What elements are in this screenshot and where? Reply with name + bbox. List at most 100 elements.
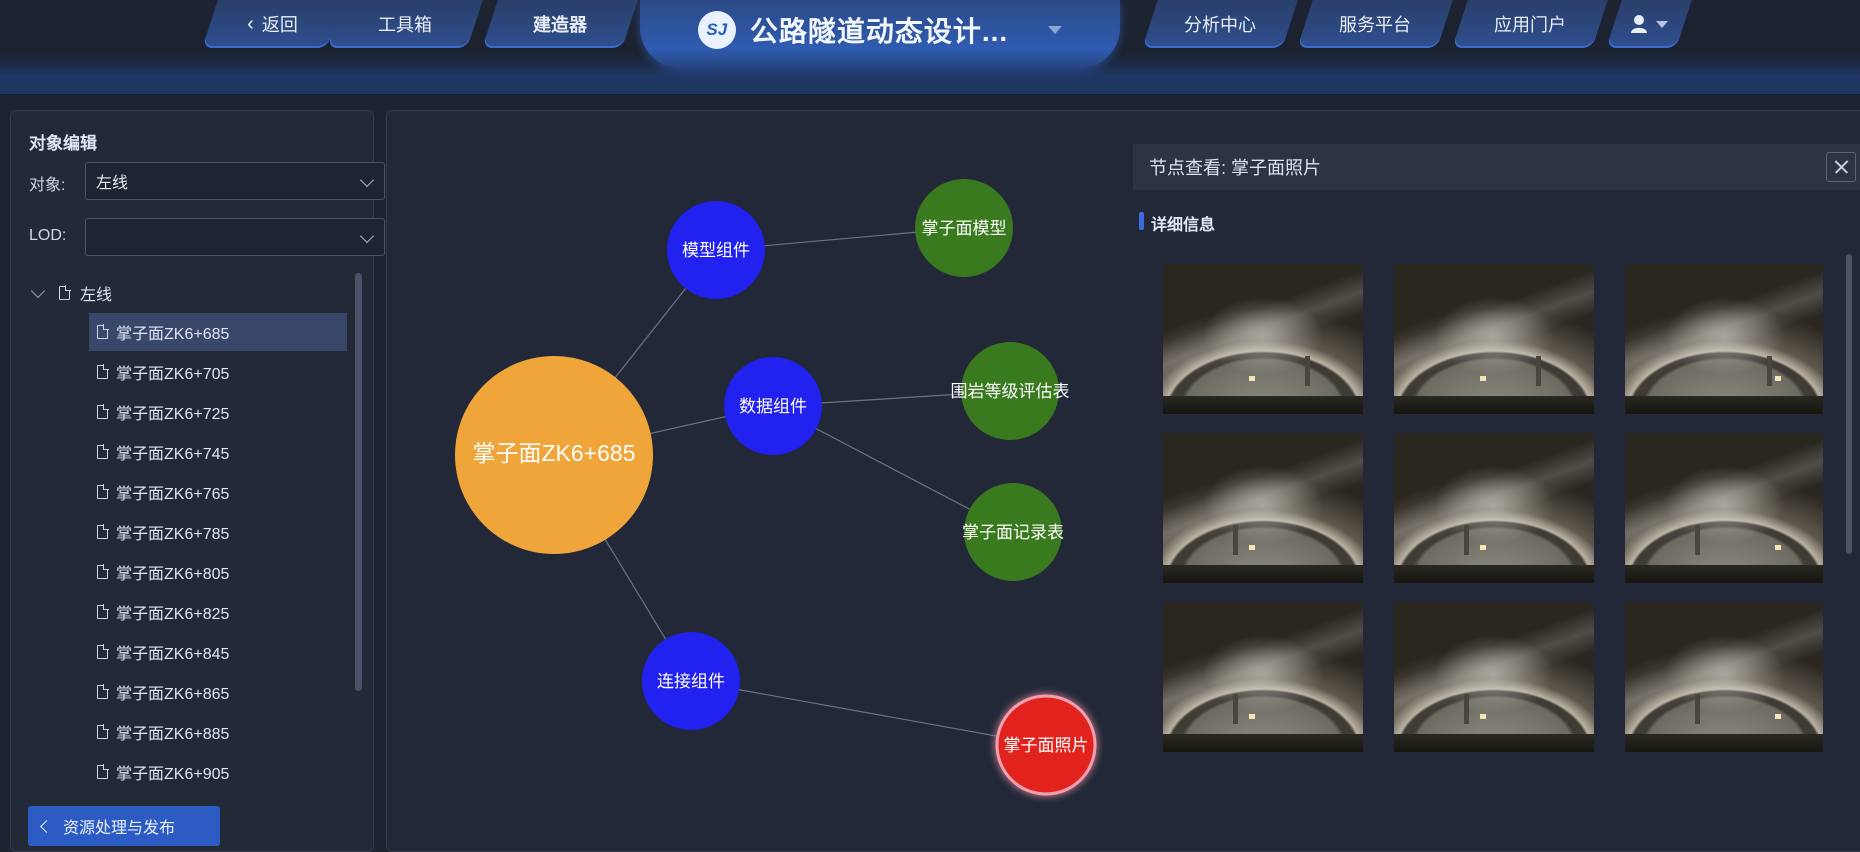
tunnel-face-photo[interactable]: [1394, 602, 1594, 752]
photo-floor: [1163, 734, 1363, 752]
file-icon: [97, 684, 109, 699]
file-icon: [59, 285, 71, 300]
graph-node-root[interactable]: 掌子面ZK6+685: [455, 356, 653, 554]
file-icon: [97, 644, 109, 659]
tree-root[interactable]: 左线: [30, 281, 112, 305]
nav-builder-tab[interactable]: 建造器: [482, 0, 638, 48]
photo-floor: [1394, 734, 1594, 752]
tree-item-label: 掌子面ZK6+785: [116, 526, 230, 543]
chevron-down-icon: [359, 172, 375, 188]
photo-floor: [1394, 396, 1594, 414]
graph-node-rock-grade[interactable]: 围岩等级评估表: [951, 342, 1070, 440]
node-detail-panel: 节点查看: 掌子面照片 详细信息: [1133, 144, 1860, 844]
graph-node-model[interactable]: 模型组件: [667, 201, 765, 299]
detail-scrollbar[interactable]: [1846, 254, 1852, 554]
photo-floor: [1625, 396, 1823, 414]
file-icon: [97, 524, 109, 539]
photo-figure: [1695, 525, 1700, 555]
photo-lamp: [1249, 376, 1255, 381]
user-icon: [1631, 15, 1647, 33]
tunnel-face-photo[interactable]: [1163, 433, 1363, 583]
graph-node-label: 模型组件: [682, 241, 750, 260]
user-menu-button[interactable]: [1606, 0, 1692, 48]
tree-item[interactable]: 掌子面ZK6+845: [89, 633, 347, 671]
tree-item[interactable]: 掌子面ZK6+745: [89, 433, 347, 471]
tunnel-face-photo[interactable]: [1163, 602, 1363, 752]
file-icon: [97, 564, 109, 579]
graph-node-label: 连接组件: [657, 672, 725, 691]
tree-item-label: 掌子面ZK6+885: [116, 726, 230, 743]
nav-back-button[interactable]: ‹ 返回: [202, 0, 343, 48]
graph-node-face-record[interactable]: 掌子面记录表: [962, 483, 1064, 581]
tree-item[interactable]: 掌子面ZK6+725: [89, 393, 347, 431]
resource-publish-button[interactable]: 资源处理与发布: [28, 806, 220, 846]
tree-item[interactable]: 掌子面ZK6+865: [89, 673, 347, 711]
section-marker: [1139, 212, 1144, 230]
tree-item[interactable]: 掌子面ZK6+805: [89, 553, 347, 591]
tree-item-label: 掌子面ZK6+725: [116, 406, 230, 423]
photo-floor: [1163, 565, 1363, 583]
graph-node-data[interactable]: 数据组件: [724, 357, 822, 455]
file-icon: [97, 444, 109, 459]
tree-item[interactable]: 掌子面ZK6+705: [89, 353, 347, 391]
chevron-left-icon: [40, 819, 53, 833]
graph-edge: [690, 680, 1047, 746]
object-select[interactable]: 左线: [85, 162, 385, 200]
photo-lamp: [1480, 376, 1486, 381]
graph-node-face-photo[interactable]: 掌子面照片: [995, 694, 1097, 796]
graph-node-face-model[interactable]: 掌子面模型: [915, 179, 1013, 277]
graph-node-label: 数据组件: [739, 397, 807, 416]
tree-item-label: 掌子面ZK6+765: [116, 486, 230, 503]
tunnel-face-photo[interactable]: [1394, 433, 1594, 583]
tunnel-face-photo[interactable]: [1625, 264, 1823, 414]
graph-node-label: 掌子面照片: [1004, 736, 1089, 755]
section-title: 详细信息: [1151, 217, 1216, 234]
nav-portal-tab[interactable]: 应用门户: [1452, 0, 1608, 48]
tree-item-label: 掌子面ZK6+865: [116, 686, 230, 703]
tree-item[interactable]: 掌子面ZK6+765: [89, 473, 347, 511]
tunnel-face-photo[interactable]: [1625, 602, 1823, 752]
photo-lamp: [1249, 714, 1255, 719]
tunnel-face-photo[interactable]: [1163, 264, 1363, 414]
tree-item[interactable]: 掌子面ZK6+885: [89, 713, 347, 751]
tree-item[interactable]: 掌子面ZK6+825: [89, 593, 347, 631]
lod-select[interactable]: [85, 218, 385, 256]
tunnel-face-photo[interactable]: [1625, 433, 1823, 583]
chevron-down-icon[interactable]: [30, 283, 46, 299]
tree-item[interactable]: 掌子面ZK6+785: [89, 513, 347, 551]
nav-service-tab[interactable]: 服务平台: [1297, 0, 1453, 48]
app-title-center[interactable]: SJ 公路隧道动态设计...: [640, 0, 1120, 68]
photo-lamp: [1775, 545, 1781, 550]
graph-node-label: 掌子面模型: [922, 219, 1007, 238]
photo-lamp: [1775, 376, 1781, 381]
photo-floor: [1625, 565, 1823, 583]
tree-item-label: 掌子面ZK6+825: [116, 606, 230, 623]
tunnel-face-photo[interactable]: [1394, 264, 1594, 414]
photo-figure: [1464, 694, 1469, 724]
photo-lamp: [1480, 714, 1486, 719]
photo-gallery: [1163, 264, 1823, 788]
lod-label: LOD:: [29, 227, 67, 244]
tree-item-label: 掌子面ZK6+845: [116, 646, 230, 663]
photo-lamp: [1480, 545, 1486, 550]
detail-header: 节点查看: 掌子面照片: [1133, 144, 1860, 190]
chevron-left-icon: ‹: [247, 12, 254, 35]
file-icon: [97, 724, 109, 739]
close-icon[interactable]: [1826, 152, 1856, 182]
tree-item-label: 掌子面ZK6+685: [116, 326, 230, 343]
tree-item-label: 掌子面ZK6+745: [116, 446, 230, 463]
tree-item[interactable]: 掌子面ZK6+905: [89, 753, 347, 791]
photo-lamp: [1249, 545, 1255, 550]
tree-item[interactable]: 掌子面ZK6+685: [89, 313, 347, 351]
tree-item-label: 掌子面ZK6+705: [116, 366, 230, 383]
file-icon: [97, 364, 109, 379]
nav-analysis-tab[interactable]: 分析中心: [1142, 0, 1298, 48]
tree-scrollbar[interactable]: [355, 273, 362, 691]
chevron-down-icon[interactable]: [1048, 26, 1063, 34]
nav-toolbox-tab[interactable]: 工具箱: [327, 0, 483, 48]
photo-floor: [1163, 396, 1363, 414]
tree-item-label: 掌子面ZK6+905: [116, 766, 230, 783]
file-icon: [97, 764, 109, 779]
photo-figure: [1233, 525, 1238, 555]
graph-node-link[interactable]: 连接组件: [642, 632, 740, 730]
